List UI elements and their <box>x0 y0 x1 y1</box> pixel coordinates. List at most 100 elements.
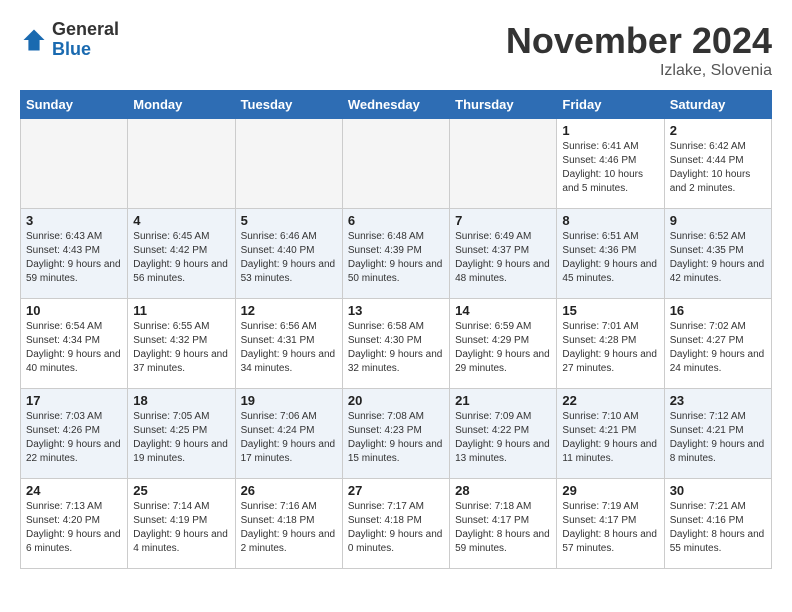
day-info: Sunrise: 6:43 AMSunset: 4:43 PMDaylight:… <box>26 231 121 284</box>
day-info: Sunrise: 7:02 AMSunset: 4:27 PMDaylight:… <box>670 321 765 374</box>
day-number: 15 <box>562 303 658 318</box>
logo-text: General Blue <box>52 20 119 60</box>
day-info: Sunrise: 7:01 AMSunset: 4:28 PMDaylight:… <box>562 321 657 374</box>
day-number: 29 <box>562 483 658 498</box>
day-number: 12 <box>241 303 337 318</box>
day-number: 17 <box>26 393 122 408</box>
day-cell-2-1: 11 Sunrise: 6:55 AMSunset: 4:32 PMDaylig… <box>128 299 235 389</box>
logo-blue: Blue <box>52 40 119 60</box>
week-row-4: 17 Sunrise: 7:03 AMSunset: 4:26 PMDaylig… <box>21 389 772 479</box>
day-cell-4-4: 28 Sunrise: 7:18 AMSunset: 4:17 PMDaylig… <box>450 479 557 569</box>
day-cell-0-2 <box>235 119 342 209</box>
day-number: 21 <box>455 393 551 408</box>
day-number: 14 <box>455 303 551 318</box>
day-info: Sunrise: 7:21 AMSunset: 4:16 PMDaylight:… <box>670 501 765 554</box>
day-info: Sunrise: 6:49 AMSunset: 4:37 PMDaylight:… <box>455 231 550 284</box>
day-info: Sunrise: 7:13 AMSunset: 4:20 PMDaylight:… <box>26 501 121 554</box>
day-number: 26 <box>241 483 337 498</box>
day-cell-1-6: 9 Sunrise: 6:52 AMSunset: 4:35 PMDayligh… <box>664 209 771 299</box>
day-cell-2-3: 13 Sunrise: 6:58 AMSunset: 4:30 PMDaylig… <box>342 299 449 389</box>
day-number: 10 <box>26 303 122 318</box>
day-info: Sunrise: 6:51 AMSunset: 4:36 PMDaylight:… <box>562 231 657 284</box>
page-header: General Blue November 2024 Izlake, Slove… <box>20 20 772 80</box>
day-info: Sunrise: 6:59 AMSunset: 4:29 PMDaylight:… <box>455 321 550 374</box>
header-wednesday: Wednesday <box>342 91 449 119</box>
day-number: 13 <box>348 303 444 318</box>
day-number: 27 <box>348 483 444 498</box>
day-cell-3-2: 19 Sunrise: 7:06 AMSunset: 4:24 PMDaylig… <box>235 389 342 479</box>
day-info: Sunrise: 6:42 AMSunset: 4:44 PMDaylight:… <box>670 141 751 194</box>
day-number: 6 <box>348 213 444 228</box>
day-info: Sunrise: 7:03 AMSunset: 4:26 PMDaylight:… <box>26 411 121 464</box>
day-cell-4-1: 25 Sunrise: 7:14 AMSunset: 4:19 PMDaylig… <box>128 479 235 569</box>
day-info: Sunrise: 7:16 AMSunset: 4:18 PMDaylight:… <box>241 501 336 554</box>
day-info: Sunrise: 7:19 AMSunset: 4:17 PMDaylight:… <box>562 501 657 554</box>
day-number: 16 <box>670 303 766 318</box>
day-cell-3-6: 23 Sunrise: 7:12 AMSunset: 4:21 PMDaylig… <box>664 389 771 479</box>
location: Izlake, Slovenia <box>506 62 772 80</box>
week-row-1: 1 Sunrise: 6:41 AMSunset: 4:46 PMDayligh… <box>21 119 772 209</box>
day-cell-3-1: 18 Sunrise: 7:05 AMSunset: 4:25 PMDaylig… <box>128 389 235 479</box>
week-row-5: 24 Sunrise: 7:13 AMSunset: 4:20 PMDaylig… <box>21 479 772 569</box>
weekday-header-row: Sunday Monday Tuesday Wednesday Thursday… <box>21 91 772 119</box>
day-cell-3-0: 17 Sunrise: 7:03 AMSunset: 4:26 PMDaylig… <box>21 389 128 479</box>
day-cell-1-1: 4 Sunrise: 6:45 AMSunset: 4:42 PMDayligh… <box>128 209 235 299</box>
day-cell-4-2: 26 Sunrise: 7:16 AMSunset: 4:18 PMDaylig… <box>235 479 342 569</box>
day-number: 30 <box>670 483 766 498</box>
header-monday: Monday <box>128 91 235 119</box>
header-sunday: Sunday <box>21 91 128 119</box>
header-tuesday: Tuesday <box>235 91 342 119</box>
day-info: Sunrise: 6:45 AMSunset: 4:42 PMDaylight:… <box>133 231 228 284</box>
day-number: 20 <box>348 393 444 408</box>
day-cell-0-1 <box>128 119 235 209</box>
day-cell-1-4: 7 Sunrise: 6:49 AMSunset: 4:37 PMDayligh… <box>450 209 557 299</box>
day-number: 4 <box>133 213 229 228</box>
day-number: 22 <box>562 393 658 408</box>
day-number: 24 <box>26 483 122 498</box>
day-cell-1-3: 6 Sunrise: 6:48 AMSunset: 4:39 PMDayligh… <box>342 209 449 299</box>
day-info: Sunrise: 6:52 AMSunset: 4:35 PMDaylight:… <box>670 231 765 284</box>
week-row-2: 3 Sunrise: 6:43 AMSunset: 4:43 PMDayligh… <box>21 209 772 299</box>
day-cell-1-5: 8 Sunrise: 6:51 AMSunset: 4:36 PMDayligh… <box>557 209 664 299</box>
day-cell-3-4: 21 Sunrise: 7:09 AMSunset: 4:22 PMDaylig… <box>450 389 557 479</box>
day-cell-0-6: 2 Sunrise: 6:42 AMSunset: 4:44 PMDayligh… <box>664 119 771 209</box>
header-friday: Friday <box>557 91 664 119</box>
logo-general: General <box>52 20 119 40</box>
day-number: 25 <box>133 483 229 498</box>
day-cell-2-2: 12 Sunrise: 6:56 AMSunset: 4:31 PMDaylig… <box>235 299 342 389</box>
day-cell-0-4 <box>450 119 557 209</box>
day-info: Sunrise: 7:09 AMSunset: 4:22 PMDaylight:… <box>455 411 550 464</box>
day-info: Sunrise: 7:17 AMSunset: 4:18 PMDaylight:… <box>348 501 443 554</box>
day-cell-3-3: 20 Sunrise: 7:08 AMSunset: 4:23 PMDaylig… <box>342 389 449 479</box>
title-block: November 2024 Izlake, Slovenia <box>506 20 772 80</box>
day-number: 5 <box>241 213 337 228</box>
calendar-table: Sunday Monday Tuesday Wednesday Thursday… <box>20 90 772 569</box>
month-title: November 2024 <box>506 20 772 62</box>
logo-icon <box>20 26 48 54</box>
logo: General Blue <box>20 20 119 60</box>
day-cell-4-0: 24 Sunrise: 7:13 AMSunset: 4:20 PMDaylig… <box>21 479 128 569</box>
day-number: 2 <box>670 123 766 138</box>
day-cell-2-5: 15 Sunrise: 7:01 AMSunset: 4:28 PMDaylig… <box>557 299 664 389</box>
week-row-3: 10 Sunrise: 6:54 AMSunset: 4:34 PMDaylig… <box>21 299 772 389</box>
day-cell-4-5: 29 Sunrise: 7:19 AMSunset: 4:17 PMDaylig… <box>557 479 664 569</box>
day-number: 9 <box>670 213 766 228</box>
day-number: 3 <box>26 213 122 228</box>
day-number: 11 <box>133 303 229 318</box>
day-cell-2-6: 16 Sunrise: 7:02 AMSunset: 4:27 PMDaylig… <box>664 299 771 389</box>
day-cell-1-2: 5 Sunrise: 6:46 AMSunset: 4:40 PMDayligh… <box>235 209 342 299</box>
day-info: Sunrise: 7:06 AMSunset: 4:24 PMDaylight:… <box>241 411 336 464</box>
day-info: Sunrise: 7:05 AMSunset: 4:25 PMDaylight:… <box>133 411 228 464</box>
day-cell-1-0: 3 Sunrise: 6:43 AMSunset: 4:43 PMDayligh… <box>21 209 128 299</box>
day-info: Sunrise: 6:54 AMSunset: 4:34 PMDaylight:… <box>26 321 121 374</box>
day-info: Sunrise: 7:14 AMSunset: 4:19 PMDaylight:… <box>133 501 228 554</box>
day-info: Sunrise: 6:41 AMSunset: 4:46 PMDaylight:… <box>562 141 643 194</box>
day-info: Sunrise: 7:12 AMSunset: 4:21 PMDaylight:… <box>670 411 765 464</box>
header-thursday: Thursday <box>450 91 557 119</box>
day-info: Sunrise: 6:55 AMSunset: 4:32 PMDaylight:… <box>133 321 228 374</box>
day-number: 28 <box>455 483 551 498</box>
day-number: 18 <box>133 393 229 408</box>
day-number: 1 <box>562 123 658 138</box>
header-saturday: Saturday <box>664 91 771 119</box>
day-cell-0-3 <box>342 119 449 209</box>
